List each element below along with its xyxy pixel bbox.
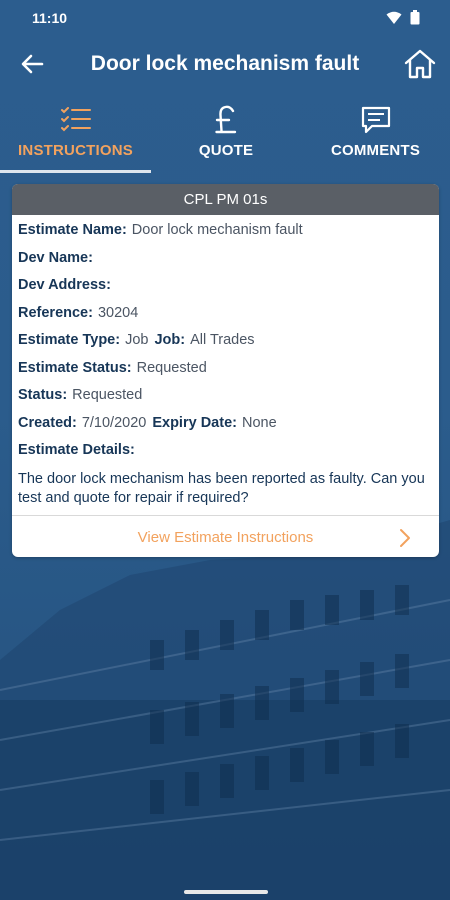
tab-instructions-label: INSTRUCTIONS [18,142,133,159]
field-label: Estimate Status: [18,359,132,376]
active-tab-indicator [0,170,151,173]
field-label: Job: [154,332,186,348]
tab-comments-label: COMMENTS [330,142,421,159]
estimate-status-row: Estimate Status: Requested [18,360,433,388]
tab-bar: INSTRUCTIONS QUOTE COMMENTS [0,98,450,174]
home-icon[interactable] [402,46,438,82]
dev-address-row: Dev Address: [18,277,433,305]
checklist-icon [0,102,151,138]
app-bar: Door lock mechanism fault [0,36,450,94]
field-value: Door lock mechanism fault [131,222,303,238]
tab-comments[interactable]: COMMENTS [301,98,450,174]
field-label: Estimate Name: [18,222,127,238]
view-estimate-instructions-button[interactable]: View Estimate Instructions [12,516,439,558]
estimate-details-text: The door lock mechanism has been reporte… [18,470,425,506]
page-title: Door lock mechanism fault [90,52,360,75]
wifi-icon [386,11,402,28]
status-bar: 11:10 [0,0,450,36]
created-row: Created: 7/10/2020 Expiry Date: None [18,415,433,443]
chevron-right-icon [399,516,411,558]
gesture-nav-handle[interactable] [184,890,268,894]
estimate-details-row: Estimate Details: [18,442,433,470]
field-label: Status: [18,387,68,403]
status-time: 11:10 [32,10,68,26]
comment-icon [301,102,450,138]
field-label: Dev Name: [18,249,93,266]
field-value: Job [125,332,149,348]
field-value: Requested [136,359,207,376]
field-label: Reference: [18,304,93,321]
estimate-type-row: Estimate Type: Job Job: All Trades [18,332,433,360]
status-row: Status: Requested [18,387,433,415]
field-label: Created: [18,414,77,431]
field-label: Dev Address: [18,277,111,293]
estimate-name-row: Estimate Name: Door lock mechanism fault [18,222,433,250]
field-value: 7/10/2020 [81,414,147,431]
field-label: Estimate Type: [18,332,121,348]
estimate-card: CPL PM 01s Estimate Name: Door lock mecha… [12,184,439,557]
field-label: Expiry Date: [152,414,237,431]
battery-icon [410,10,420,28]
pound-icon [151,102,301,138]
tab-quote-label: QUOTE [198,142,254,159]
tab-quote[interactable]: QUOTE [151,98,301,174]
field-value: All Trades [190,332,255,348]
tab-instructions[interactable]: INSTRUCTIONS [0,98,151,174]
dev-name-row: Dev Name: [18,250,433,278]
field-value: 30204 [97,304,139,321]
view-estimate-instructions-label: View Estimate Instructions [137,528,314,546]
card-header: CPL PM 01s [12,184,439,215]
field-label: Estimate Details: [18,442,135,458]
field-value: Requested [72,387,143,403]
reference-row: Reference: 30204 [18,305,433,333]
field-value: None [241,414,277,431]
